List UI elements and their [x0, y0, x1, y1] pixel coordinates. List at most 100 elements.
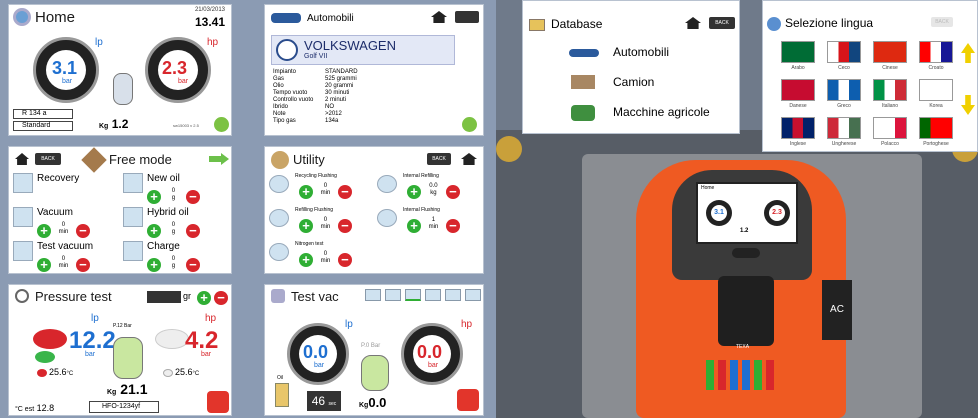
plus-button[interactable]: +: [197, 291, 211, 305]
flag-button[interactable]: [827, 79, 861, 101]
back-button[interactable]: BACK: [35, 153, 61, 165]
ok-icon[interactable]: [214, 117, 229, 132]
minus-button[interactable]: −: [185, 224, 200, 238]
mode-field[interactable]: Standard: [13, 121, 73, 131]
db-item-camion[interactable]: Camion: [613, 75, 654, 89]
home-icon[interactable]: [461, 153, 477, 165]
plus-button[interactable]: +: [37, 258, 51, 272]
spec-value: NO: [325, 104, 334, 110]
plus-button[interactable]: +: [407, 219, 421, 233]
lp-unit: bar: [62, 78, 73, 85]
forward-arrow-icon[interactable]: [209, 153, 229, 165]
stepper: + 0 min −: [37, 256, 90, 273]
machine-button[interactable]: [732, 248, 760, 258]
plus-button[interactable]: +: [299, 219, 313, 233]
step-tab-2[interactable]: [385, 289, 401, 301]
utility-item[interactable]: Internal Flushing + 1 min −: [377, 205, 483, 237]
db-item-automobili[interactable]: Automobili: [613, 45, 669, 59]
freemode-item[interactable]: Test vacuum + 0 min −: [13, 239, 119, 273]
utility-item[interactable]: Internal Refilling + 0.0 kg −: [377, 171, 483, 203]
back-button[interactable]: BACK: [709, 17, 735, 29]
oil-label: Oil: [277, 375, 284, 381]
color-strip: [754, 360, 762, 390]
folder-icon: [529, 19, 545, 31]
plus-button[interactable]: +: [147, 224, 161, 238]
stepper: + 1 min −: [407, 217, 460, 235]
ok-icon[interactable]: [462, 117, 477, 132]
utility-item[interactable]: Refilling Flushing + 0 min −: [269, 205, 375, 237]
step-tab-4[interactable]: [425, 289, 441, 301]
freemode-item[interactable]: Charge + 0g −: [123, 239, 229, 272]
utility-item[interactable]: Recycling Flushing + 0 min −: [269, 171, 375, 203]
flag-button[interactable]: [873, 79, 907, 101]
gr-field[interactable]: [147, 291, 181, 303]
stepper: + 0 min −: [299, 183, 352, 201]
plus-button[interactable]: +: [299, 253, 313, 267]
item-unit: g: [171, 195, 176, 201]
back-button[interactable]: BACK: [931, 17, 953, 27]
stepper: + 0 min −: [299, 217, 352, 235]
database-panel: Database BACK Automobili Camion Macchine…: [522, 0, 740, 134]
back-icon[interactable]: [455, 11, 479, 23]
scroll-up-arrow-icon[interactable]: [961, 43, 975, 63]
minus-button[interactable]: −: [445, 219, 460, 233]
step-tab-5[interactable]: [445, 289, 461, 301]
minus-button[interactable]: −: [337, 185, 352, 199]
stop-hand-icon[interactable]: [457, 389, 479, 411]
flag-button[interactable]: [781, 79, 815, 101]
lp-value: 3.1: [52, 58, 78, 78]
vehicle-header[interactable]: VOLKSWAGEN Golf VII: [271, 35, 455, 65]
gas-field[interactable]: HFO-1234yf: [89, 401, 159, 413]
stepper: + 0 min −: [299, 251, 352, 269]
date: 21/03/2013: [194, 7, 225, 13]
minus-button[interactable]: −: [185, 190, 200, 204]
flag-button[interactable]: [919, 117, 953, 139]
automobili-panel: Automobili VOLKSWAGEN Golf VII Impianto S…: [264, 4, 484, 136]
freemode-item[interactable]: Recovery: [13, 171, 119, 203]
testvac-panel: Test vac 0.0 bar lp 0.0 bar hp P.0 Bar O…: [264, 284, 484, 416]
home-icon[interactable]: [431, 11, 447, 23]
step-tab-3[interactable]: [405, 289, 421, 301]
flag-button[interactable]: [781, 117, 815, 139]
db-item-macchine-agricole[interactable]: Macchine agricole: [613, 105, 710, 119]
model: Golf VII: [304, 53, 328, 60]
plus-button[interactable]: +: [299, 185, 313, 199]
flag-button[interactable]: [919, 79, 953, 101]
freemode-item[interactable]: Hybrid oil + 0g −: [123, 205, 229, 238]
flag-button[interactable]: [781, 41, 815, 63]
gear-icon[interactable]: [13, 8, 31, 26]
flag-button[interactable]: [873, 41, 907, 63]
minus-button[interactable]: −: [75, 258, 90, 272]
flag-button[interactable]: [827, 117, 861, 139]
temp-dot-icon: [163, 369, 173, 377]
flag-button[interactable]: [919, 41, 953, 63]
plus-button[interactable]: +: [407, 185, 421, 199]
step-tab-6[interactable]: [465, 289, 481, 301]
back-button[interactable]: BACK: [427, 153, 451, 165]
panel-title: Test vac: [291, 289, 339, 304]
spec-row: Tipo gas 134a: [273, 118, 358, 125]
minus-button[interactable]: −: [445, 185, 460, 199]
scroll-down-arrow-icon[interactable]: [961, 95, 975, 115]
step-tab-1[interactable]: [365, 289, 381, 301]
minus-button[interactable]: −: [337, 219, 352, 233]
freemode-item[interactable]: New oil + 0g −: [123, 171, 229, 204]
home-icon[interactable]: [685, 17, 701, 29]
freemode-item[interactable]: Vacuum + 0 min −: [13, 205, 119, 238]
plus-button[interactable]: +: [37, 224, 51, 238]
plus-button[interactable]: +: [147, 190, 161, 204]
hp-indicator: [155, 329, 189, 349]
cest-label: °C est: [15, 406, 35, 413]
minus-button[interactable]: −: [75, 224, 90, 238]
stop-hand-icon[interactable]: [207, 391, 229, 413]
plus-button[interactable]: +: [147, 258, 161, 272]
home-icon[interactable]: [15, 153, 29, 165]
flag-button[interactable]: [827, 41, 861, 63]
minus-button[interactable]: −: [214, 291, 228, 305]
minus-button[interactable]: −: [337, 253, 352, 267]
utility-item[interactable]: Nitrogen test + 0 min −: [269, 239, 375, 271]
refrigerant-field[interactable]: R 134 a: [13, 109, 73, 119]
flag-button[interactable]: [873, 117, 907, 139]
kg-label: Kg: [359, 402, 369, 409]
minus-button[interactable]: −: [185, 258, 200, 272]
